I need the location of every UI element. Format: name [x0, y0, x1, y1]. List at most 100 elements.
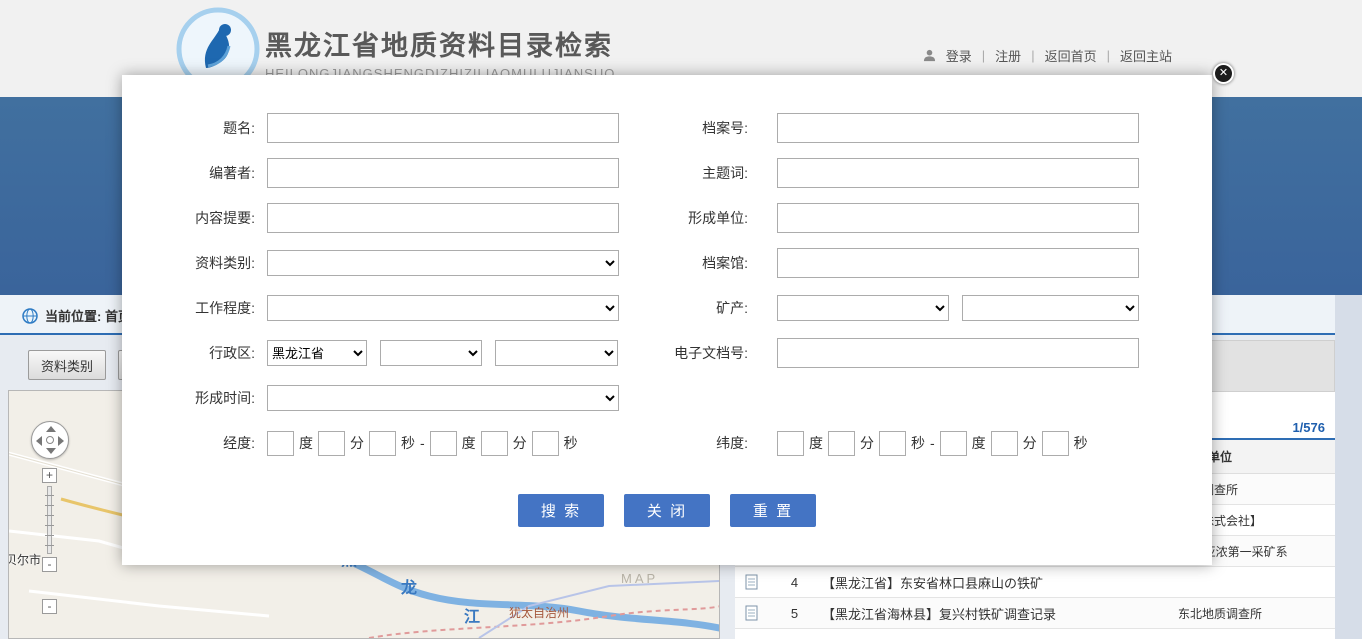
zoom-in-button[interactable]: + — [42, 468, 57, 483]
header-nav: 登录 | 注册 | 返回首页 | 返回主站 — [923, 46, 1172, 65]
nav-divider: | — [982, 48, 985, 63]
map-river-char-3: 江 — [464, 608, 480, 626]
tab-data-category[interactable]: 资料类别 — [28, 350, 106, 380]
row-number: 4 — [767, 575, 822, 590]
lat-sec-to-input[interactable] — [1042, 431, 1069, 456]
right-margin-strip — [1335, 295, 1362, 639]
mineral-select-2[interactable] — [962, 295, 1139, 321]
deg-unit: 度 — [972, 433, 986, 453]
deg-unit: 度 — [809, 433, 823, 453]
lon-deg-to-input[interactable] — [430, 431, 457, 456]
map-region-label: 犹太自治州 — [509, 605, 569, 620]
pan-up-icon[interactable] — [46, 426, 56, 432]
lon-min-to-input[interactable] — [481, 431, 508, 456]
sec-unit: 秒 — [401, 433, 415, 453]
form-time-select[interactable] — [267, 385, 619, 411]
row-title: 【黑龙江省】东安省林口县麻山の铁矿 — [822, 573, 1105, 592]
subject-label: 主题词: — [619, 163, 777, 183]
archive-input[interactable] — [777, 248, 1139, 278]
document-icon — [745, 605, 758, 621]
close-button[interactable]: 关 闭 — [624, 494, 710, 527]
archive-no-label: 档案号: — [619, 118, 777, 138]
pan-center-icon[interactable] — [46, 436, 54, 444]
register-link[interactable]: 注册 — [995, 46, 1021, 65]
search-button[interactable]: 搜 索 — [518, 494, 604, 527]
lat-deg-to-input[interactable] — [940, 431, 967, 456]
author-input[interactable] — [267, 158, 619, 188]
summary-input[interactable] — [267, 203, 619, 233]
table-row[interactable]: 4 【黑龙江省】东安省林口县麻山の铁矿 — [735, 567, 1335, 598]
lon-min-from-input[interactable] — [318, 431, 345, 456]
advanced-search-dialog: 题名: 档案号: 编著者: 主题词: 内容提要: 形成单位: 资料类别: 档案馆… — [122, 75, 1212, 565]
site-title: 黑龙江省地质资料目录检索 — [265, 24, 613, 63]
pan-down-icon[interactable] — [46, 448, 56, 454]
lon-sec-from-input[interactable] — [369, 431, 396, 456]
lat-min-to-input[interactable] — [991, 431, 1018, 456]
edoc-no-label: 电子文档号: — [619, 343, 777, 363]
title-input[interactable] — [267, 113, 619, 143]
lon-sec-to-input[interactable] — [532, 431, 559, 456]
globe-icon — [22, 308, 38, 324]
min-unit: 分 — [860, 433, 874, 453]
lat-sec-from-input[interactable] — [879, 431, 906, 456]
reset-button[interactable]: 重 置 — [730, 494, 816, 527]
zoom-slider[interactable] — [47, 486, 52, 554]
map-watermark: MAP — [621, 571, 658, 586]
province-select[interactable]: 黑龙江省 — [267, 340, 367, 366]
summary-label: 内容提要: — [122, 208, 267, 228]
archive-no-input[interactable] — [777, 113, 1139, 143]
min-unit: 分 — [513, 433, 527, 453]
edoc-no-input[interactable] — [777, 338, 1139, 368]
city-select[interactable] — [380, 340, 482, 366]
author-label: 编著者: — [122, 163, 267, 183]
title-label: 题名: — [122, 118, 267, 138]
work-degree-select[interactable] — [267, 295, 619, 321]
nav-divider: | — [1031, 48, 1034, 63]
county-select[interactable] — [495, 340, 618, 366]
forming-unit-input[interactable] — [777, 203, 1139, 233]
category-select[interactable] — [267, 250, 619, 276]
zoom-out-button[interactable]: - — [42, 557, 57, 572]
forming-unit-label: 形成单位: — [619, 208, 777, 228]
form-time-label: 形成时间: — [122, 388, 267, 408]
longitude-inputs: 度 分 秒 - 度 分 秒 — [267, 431, 619, 456]
lon-deg-from-input[interactable] — [267, 431, 294, 456]
search-form: 题名: 档案号: 编著者: 主题词: 内容提要: 形成单位: 资料类别: 档案馆… — [122, 75, 1212, 458]
sec-unit: 秒 — [564, 433, 578, 453]
min-unit: 分 — [350, 433, 364, 453]
region-label: 行政区: — [122, 343, 267, 363]
mineral-select-1[interactable] — [777, 295, 949, 321]
sec-unit: 秒 — [1074, 433, 1088, 453]
row-unit: 东北地质调查所 — [1105, 605, 1335, 622]
deg-unit: 度 — [462, 433, 476, 453]
map-river-char-2: 龙 — [400, 578, 417, 597]
category-label: 资料类别: — [122, 253, 267, 273]
table-row[interactable]: 5 【黑龙江省海林县】复兴村铁矿调查记录 东北地质调查所 — [735, 598, 1335, 629]
pan-left-icon[interactable] — [36, 436, 42, 446]
latitude-label: 纬度: — [619, 433, 777, 453]
archive-label: 档案馆: — [619, 253, 777, 273]
close-icon[interactable]: ✕ — [1213, 63, 1234, 84]
back-home-link[interactable]: 返回首页 — [1045, 46, 1097, 65]
login-link[interactable]: 登录 — [946, 46, 972, 65]
back-main-link[interactable]: 返回主站 — [1120, 46, 1172, 65]
pan-right-icon[interactable] — [58, 436, 64, 446]
work-degree-label: 工作程度: — [122, 298, 267, 318]
breadcrumb: 当前位置: 首页 — [22, 306, 131, 325]
map-pan-control[interactable] — [31, 421, 69, 459]
breadcrumb-label: 当前位置: 首页 — [45, 306, 131, 325]
row-number: 5 — [767, 606, 822, 621]
lat-min-from-input[interactable] — [828, 431, 855, 456]
lat-deg-from-input[interactable] — [777, 431, 804, 456]
zoom-out-button-2[interactable]: - — [42, 599, 57, 614]
range-dash: - — [420, 435, 425, 451]
map-city-label: 贝尔市 — [8, 551, 41, 568]
latitude-inputs: 度 分 秒 - 度 分 秒 — [777, 431, 1139, 456]
dialog-actions: 搜 索 关 闭 重 置 — [122, 494, 1212, 527]
document-icon — [745, 574, 758, 590]
subject-input[interactable] — [777, 158, 1139, 188]
longitude-label: 经度: — [122, 433, 267, 453]
mineral-label: 矿产: — [619, 298, 777, 318]
range-dash: - — [930, 435, 935, 451]
nav-divider: | — [1107, 48, 1110, 63]
